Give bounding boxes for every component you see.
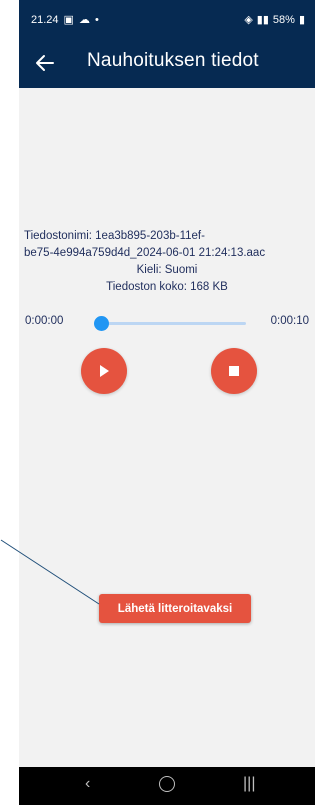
send-for-transcription-button[interactable]: Lähetä litteroitavaksi [99, 594, 251, 623]
stop-icon [229, 366, 239, 376]
phone-screen: 21.24 ▣ ☁ • ◈ ▮▮ 58% ▮ Nauhoituksen tied… [19, 0, 315, 805]
file-size-label: Tiedoston koko: 168 KB [106, 281, 228, 293]
back-button[interactable] [33, 51, 57, 75]
total-time: 0:00:10 [270, 315, 309, 327]
status-battery: 58% [272, 13, 295, 26]
file-info: Tiedostonimi: 1ea3b895-203b-11ef- be75-4… [19, 228, 315, 296]
navigation-bar: ‹ ||| [19, 767, 315, 805]
stop-button[interactable] [211, 348, 257, 394]
status-bar: 21.24 ▣ ☁ • ◈ ▮▮ 58% ▮ [19, 0, 315, 38]
arrow-left-icon [36, 55, 54, 71]
gallery-icon: ▣ [63, 14, 74, 26]
nav-back-icon[interactable]: ‹ [85, 775, 90, 793]
play-icon [100, 365, 109, 377]
slider-thumb[interactable] [94, 316, 109, 331]
dot-icon: • [94, 13, 99, 26]
cloud-icon: ☁ [78, 14, 90, 26]
play-button[interactable] [81, 348, 127, 394]
signal-icon: ▮▮ [256, 14, 269, 26]
status-time: 21.24 [31, 13, 59, 26]
app-bar: Nauhoituksen tiedot [19, 38, 315, 88]
nav-recent-apps-icon[interactable]: ||| [243, 775, 255, 793]
filename-line-2: be75-4e994a759d4d_2024-06-01 21:24:13.aa… [24, 247, 266, 259]
filename-line-1: Tiedostonimi: 1ea3b895-203b-11ef- [24, 230, 205, 242]
page-title: Nauhoituksen tiedot [87, 50, 259, 71]
current-time: 0:00:00 [25, 315, 64, 327]
wifi-icon: ◈ [244, 14, 253, 26]
language-label: Kieli: Suomi [136, 264, 198, 276]
battery-icon: ▮ [298, 14, 305, 26]
seek-slider[interactable] [94, 316, 246, 331]
nav-home-icon[interactable] [159, 776, 175, 792]
